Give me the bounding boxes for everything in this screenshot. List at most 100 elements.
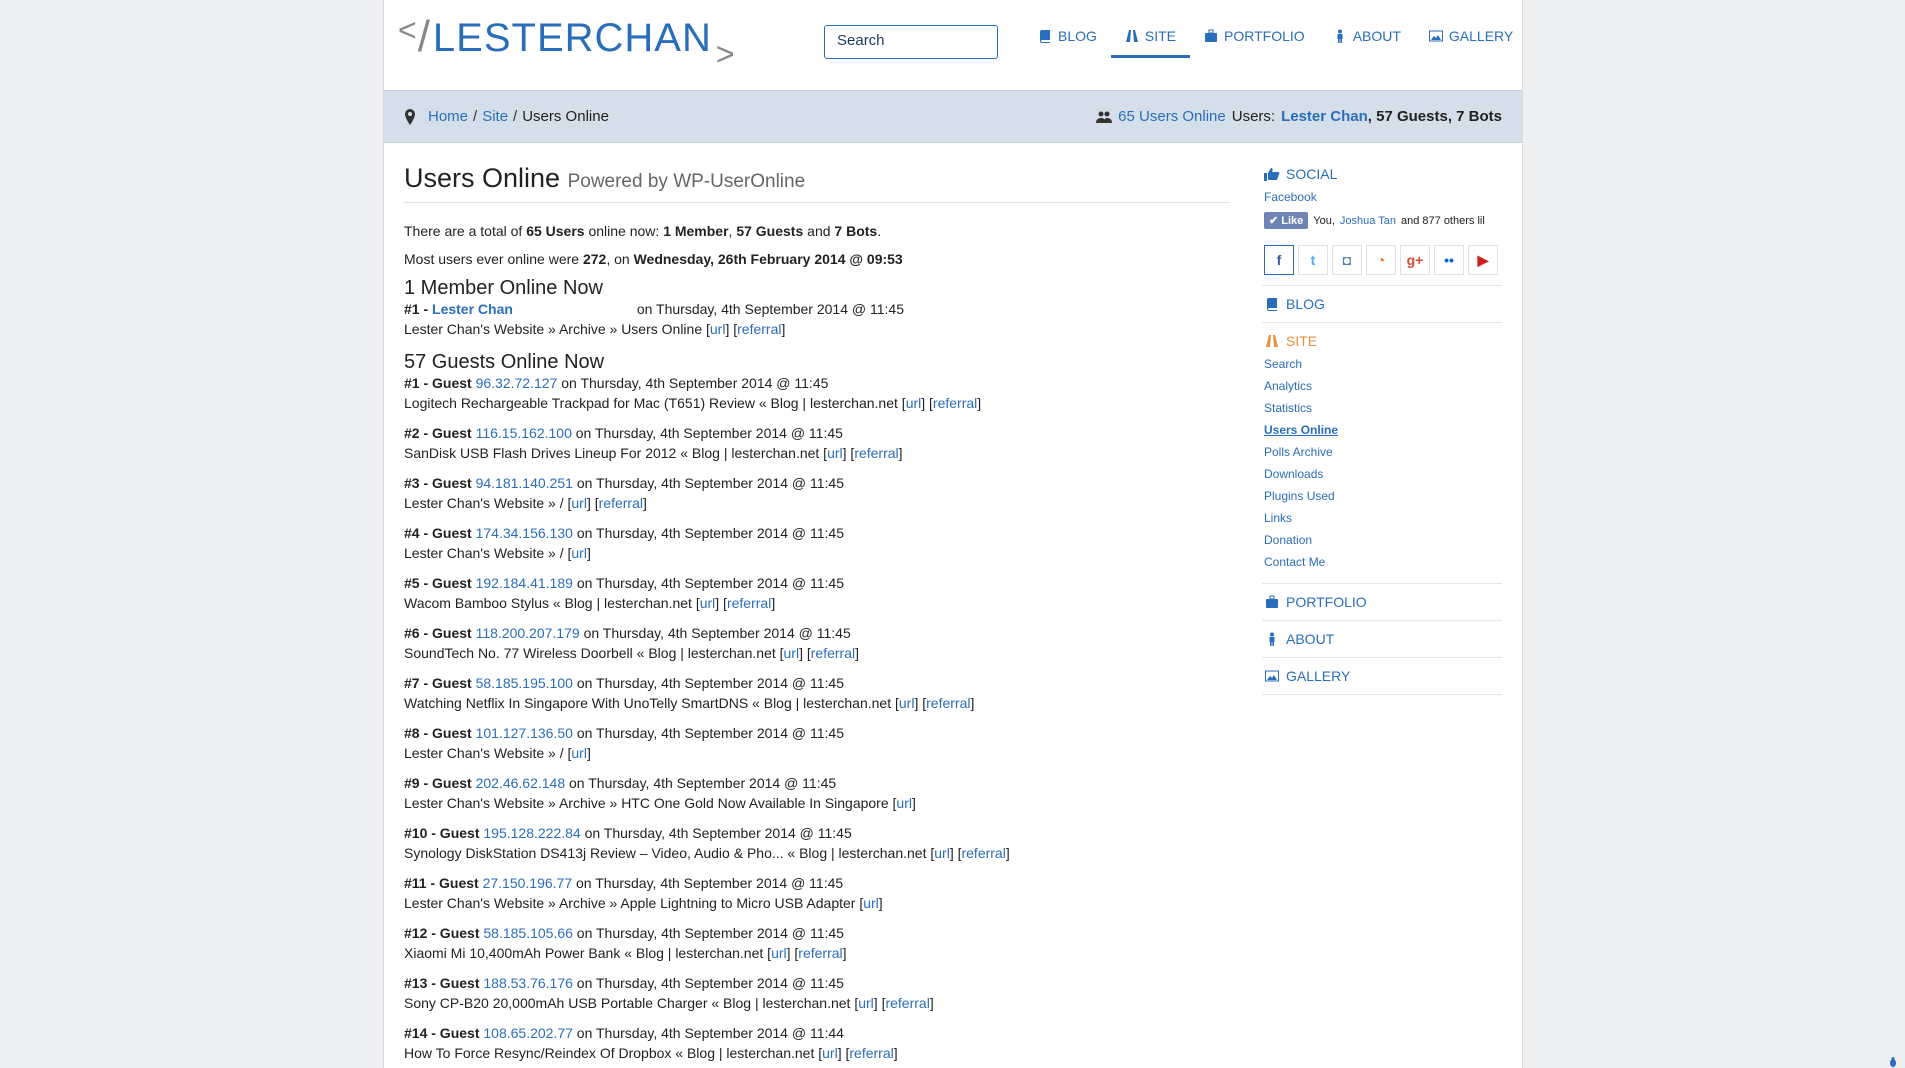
nav-blog[interactable]: BLOG — [1024, 0, 1111, 58]
referral-link[interactable]: referral — [798, 945, 842, 961]
sidebar-site-link-item[interactable]: Analytics — [1264, 375, 1500, 397]
referral-link[interactable]: referral — [961, 845, 1005, 861]
guest-ip-link[interactable]: 101.127.136.50 — [476, 725, 573, 741]
facebook-link[interactable]: Facebook — [1264, 186, 1500, 208]
url-link[interactable]: url — [822, 1045, 838, 1061]
url-link[interactable]: url — [571, 745, 587, 761]
online-member-link[interactable]: Lester Chan — [1281, 108, 1368, 125]
referral-link[interactable]: referral — [885, 995, 929, 1011]
sidebar-site-link-item[interactable]: Downloads — [1264, 463, 1500, 485]
guest-ip-link[interactable]: 118.200.207.179 — [476, 625, 580, 641]
entry-location: Lester Chan's Website » / — [404, 745, 564, 761]
url-link[interactable]: url — [571, 495, 587, 511]
sidebar-site-link[interactable]: SITE — [1264, 333, 1500, 349]
like-button[interactable]: ✔ Like — [1264, 212, 1309, 229]
url-link[interactable]: url — [571, 545, 587, 561]
main-content: Users Online Powered by WP-UserOnline Th… — [404, 163, 1230, 1063]
entry-time: on Thursday, 4th September 2014 @ 11:45 — [576, 525, 844, 541]
total-users-value: 65 Users — [526, 223, 585, 239]
sidebar-site-link-item[interactable]: Statistics — [1264, 397, 1500, 419]
googleplus-icon[interactable]: g+ — [1400, 245, 1430, 275]
nav-portfolio-label: PORTFOLIO — [1224, 28, 1305, 44]
url-link[interactable]: url — [710, 321, 726, 337]
url-link[interactable]: url — [827, 445, 843, 461]
breadcrumb-site[interactable]: Site — [482, 108, 508, 125]
most-users-value: 272 — [582, 251, 607, 267]
sidebar-site-link-item[interactable]: Polls Archive — [1264, 441, 1500, 463]
sidebar-blog: BLOG — [1262, 286, 1502, 323]
referral-link[interactable]: referral — [926, 695, 970, 711]
url-link[interactable]: url — [771, 945, 787, 961]
entry-time: on Thursday, 4th September 2014 @ 11:45 — [576, 875, 844, 891]
member-name-link[interactable]: Lester Chan — [432, 301, 513, 317]
url-link[interactable]: url — [899, 695, 915, 711]
guest-ip-link[interactable]: 195.128.222.84 — [483, 825, 580, 841]
twitter-icon[interactable]: t — [1298, 245, 1328, 275]
breadcrumb-home[interactable]: Home — [428, 108, 468, 125]
bug-icon[interactable] — [1887, 1056, 1899, 1068]
like-friend-link[interactable]: Joshua Tan — [1340, 215, 1396, 227]
text: , on — [606, 251, 630, 267]
referral-link[interactable]: referral — [854, 445, 898, 461]
url-link[interactable]: url — [784, 645, 800, 661]
entry-location: SanDisk USB Flash Drives Lineup For 2012… — [404, 445, 820, 461]
url-link[interactable]: url — [863, 895, 879, 911]
sidebar-site-link-item[interactable]: Plugins Used — [1264, 485, 1500, 507]
url-link[interactable]: url — [700, 595, 716, 611]
nav-gallery[interactable]: GALLERY — [1415, 0, 1527, 58]
youtube-icon[interactable]: ▶ — [1468, 245, 1498, 275]
nav-about[interactable]: ABOUT — [1319, 0, 1415, 58]
entry-number: #11 - Guest — [404, 875, 479, 891]
flickr-icon[interactable]: •• — [1434, 245, 1464, 275]
instagram-icon[interactable]: ◘ — [1332, 245, 1362, 275]
sidebar-site-link-item[interactable]: Donation — [1264, 529, 1500, 551]
guest-ip-link[interactable]: 58.185.105.66 — [483, 925, 573, 941]
referral-link[interactable]: referral — [599, 495, 643, 511]
rss-icon[interactable]: ◔ — [1366, 245, 1396, 275]
entry-location: Synology DiskStation DS413j Review – Vid… — [404, 845, 927, 861]
referral-link[interactable]: referral — [933, 395, 977, 411]
nav-site[interactable]: SITE — [1110, 0, 1191, 58]
referral-link[interactable]: referral — [737, 321, 781, 337]
guest-ip-link[interactable]: 94.181.140.251 — [476, 475, 573, 491]
sidebar-site-link-item[interactable]: Users Online — [1264, 419, 1500, 441]
url-link[interactable]: url — [858, 995, 874, 1011]
facebook-icon[interactable]: f — [1264, 245, 1294, 275]
entry-number: #10 - Guest — [404, 825, 480, 841]
guest-ip-link[interactable]: 108.65.202.77 — [483, 1025, 573, 1041]
nav-portfolio[interactable]: PORTFOLIO — [1190, 0, 1319, 58]
road-icon — [1266, 335, 1278, 347]
guest-ip-link[interactable]: 27.150.196.77 — [483, 875, 573, 891]
guest-ip-link[interactable]: 174.34.156.130 — [476, 525, 573, 541]
guest-ip-link[interactable]: 58.185.195.100 — [476, 675, 573, 691]
referral-link[interactable]: referral — [727, 595, 771, 611]
sidebar-site-link-item[interactable]: Links — [1264, 507, 1500, 529]
site-logo[interactable]: </LESTERCHAN > — [398, 12, 736, 72]
guest-ip-link[interactable]: 188.53.76.176 — [483, 975, 573, 991]
url-link[interactable]: url — [934, 845, 950, 861]
referral-link[interactable]: referral — [849, 1045, 893, 1061]
search-input[interactable]: Search — [824, 25, 998, 59]
entry-number: #1 - Guest — [404, 375, 472, 391]
sidebar-blog-link[interactable]: BLOG — [1264, 296, 1500, 312]
sidebar-site-link-item[interactable]: Search — [1264, 353, 1500, 375]
entry-location: Xiaomi Mi 10,400mAh Power Bank « Blog | … — [404, 945, 764, 961]
entry-time: on Thursday, 4th September 2014 @ 11:44 — [576, 1025, 844, 1041]
guest-ip-link[interactable]: 202.46.62.148 — [476, 775, 566, 791]
guest-list: #1 - Guest 96.32.72.127 on Thursday, 4th… — [404, 373, 1230, 1063]
guest-ip-link[interactable]: 192.184.41.189 — [476, 575, 573, 591]
breadcrumb-bar: Home / Site / Users Online 65 Users Online U… — [384, 90, 1522, 143]
sidebar-site-link-item[interactable]: Contact Me — [1264, 551, 1500, 573]
page-title-text: Users Online — [404, 163, 561, 193]
total-users-text: There are a total of 65 Users online now… — [404, 223, 882, 239]
url-link[interactable]: url — [896, 795, 912, 811]
guest-ip-link[interactable]: 116.15.162.100 — [476, 425, 572, 441]
users-online-count-link[interactable]: 65 Users Online — [1118, 108, 1226, 125]
referral-link[interactable]: referral — [811, 645, 855, 661]
url-link[interactable]: url — [906, 395, 922, 411]
sidebar-gallery-label: GALLERY — [1286, 668, 1351, 684]
sidebar-about-link[interactable]: ABOUT — [1264, 631, 1500, 647]
sidebar-portfolio-link[interactable]: PORTFOLIO — [1264, 594, 1500, 610]
sidebar-gallery-link[interactable]: GALLERY — [1264, 668, 1500, 684]
guest-ip-link[interactable]: 96.32.72.127 — [476, 375, 558, 391]
